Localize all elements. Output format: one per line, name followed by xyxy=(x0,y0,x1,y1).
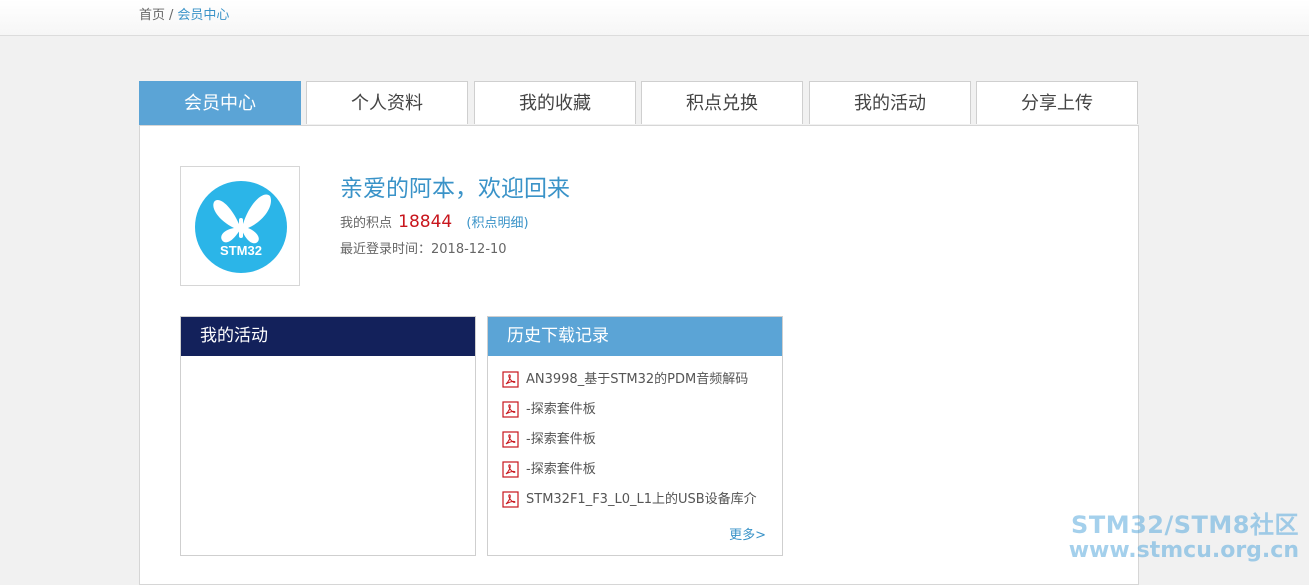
pdf-file-icon xyxy=(502,431,519,448)
download-item-title: AN3998_基于STM32的PDM音频解码 xyxy=(526,372,749,387)
download-history-box: 历史下载记录 AN3998_基于STM32的PDM音频解码 -探索套件板 -探索… xyxy=(487,316,783,556)
watermark-line1: STM32/STM8社区 xyxy=(1071,511,1299,539)
pdf-file-icon xyxy=(502,461,519,478)
stm32-butterfly-logo-icon: STM32 xyxy=(195,181,287,273)
breadcrumb-home-link[interactable]: 首页 xyxy=(139,8,165,23)
last-login-value: 2018-12-10 xyxy=(431,242,507,257)
points-line: 我的积点 18844 (积点明细) xyxy=(340,212,529,232)
points-value: 18844 xyxy=(398,212,453,232)
download-history-title: 历史下载记录 xyxy=(488,317,782,356)
breadcrumb: 首页 / 会员中心 xyxy=(139,4,229,23)
welcome-message: 亲爱的阿本，欢迎回来 xyxy=(340,176,570,202)
points-label: 我的积点 xyxy=(340,216,393,231)
tab-favorites[interactable]: 我的收藏 xyxy=(474,81,636,124)
tab-my-activities[interactable]: 我的活动 xyxy=(809,81,971,124)
member-tabs: 会员中心 个人资料 我的收藏 积点兑换 我的活动 分享上传 xyxy=(139,81,1139,125)
tab-share-upload[interactable]: 分享上传 xyxy=(976,81,1138,124)
download-item[interactable]: -探索套件板 xyxy=(502,401,772,431)
download-item[interactable]: STM32F1_F3_L0_L1上的USB设备库介 xyxy=(502,491,772,521)
more-downloads-link[interactable]: 更多> xyxy=(729,524,766,543)
download-item-title: -探索套件板 xyxy=(526,432,596,447)
points-link-label: 积点明细 xyxy=(471,216,524,231)
watermark-line2: www.stmcu.org.cn xyxy=(1068,538,1299,563)
avatar-logo-text: STM32 xyxy=(220,243,262,258)
last-login-label: 最近登录时间： xyxy=(340,242,432,257)
tab-profile[interactable]: 个人资料 xyxy=(306,81,468,124)
breadcrumb-separator: / xyxy=(169,8,174,23)
points-detail-link[interactable]: (积点明细) xyxy=(466,216,528,231)
download-item-title: STM32F1_F3_L0_L1上的USB设备库介 xyxy=(526,492,757,507)
breadcrumb-current[interactable]: 会员中心 xyxy=(177,8,229,23)
site-watermark: STM32/STM8社区 www.stmcu.org.cn xyxy=(1069,512,1299,564)
avatar: STM32 xyxy=(180,166,300,286)
download-item[interactable]: -探索套件板 xyxy=(502,461,772,491)
top-bar: 首页 / 会员中心 xyxy=(0,0,1309,36)
pdf-file-icon xyxy=(502,401,519,418)
download-history-list: AN3998_基于STM32的PDM音频解码 -探索套件板 -探索套件板 -探索… xyxy=(502,371,772,521)
download-item-title: -探索套件板 xyxy=(526,402,596,417)
points-link-close: ) xyxy=(523,216,529,231)
member-panel: STM32 亲爱的阿本，欢迎回来 我的积点 18844 (积点明细) 最近登录时… xyxy=(139,125,1139,585)
last-login-line: 最近登录时间：2018-12-10 xyxy=(340,238,507,257)
tab-points-exchange[interactable]: 积点兑换 xyxy=(641,81,803,124)
pdf-file-icon xyxy=(502,371,519,388)
download-item-title: -探索套件板 xyxy=(526,462,596,477)
pdf-file-icon xyxy=(502,491,519,508)
tab-member-center[interactable]: 会员中心 xyxy=(139,81,301,125)
my-activities-title: 我的活动 xyxy=(181,317,475,356)
my-activities-box: 我的活动 xyxy=(180,316,476,556)
download-item[interactable]: AN3998_基于STM32的PDM音频解码 xyxy=(502,371,772,401)
download-item[interactable]: -探索套件板 xyxy=(502,431,772,461)
